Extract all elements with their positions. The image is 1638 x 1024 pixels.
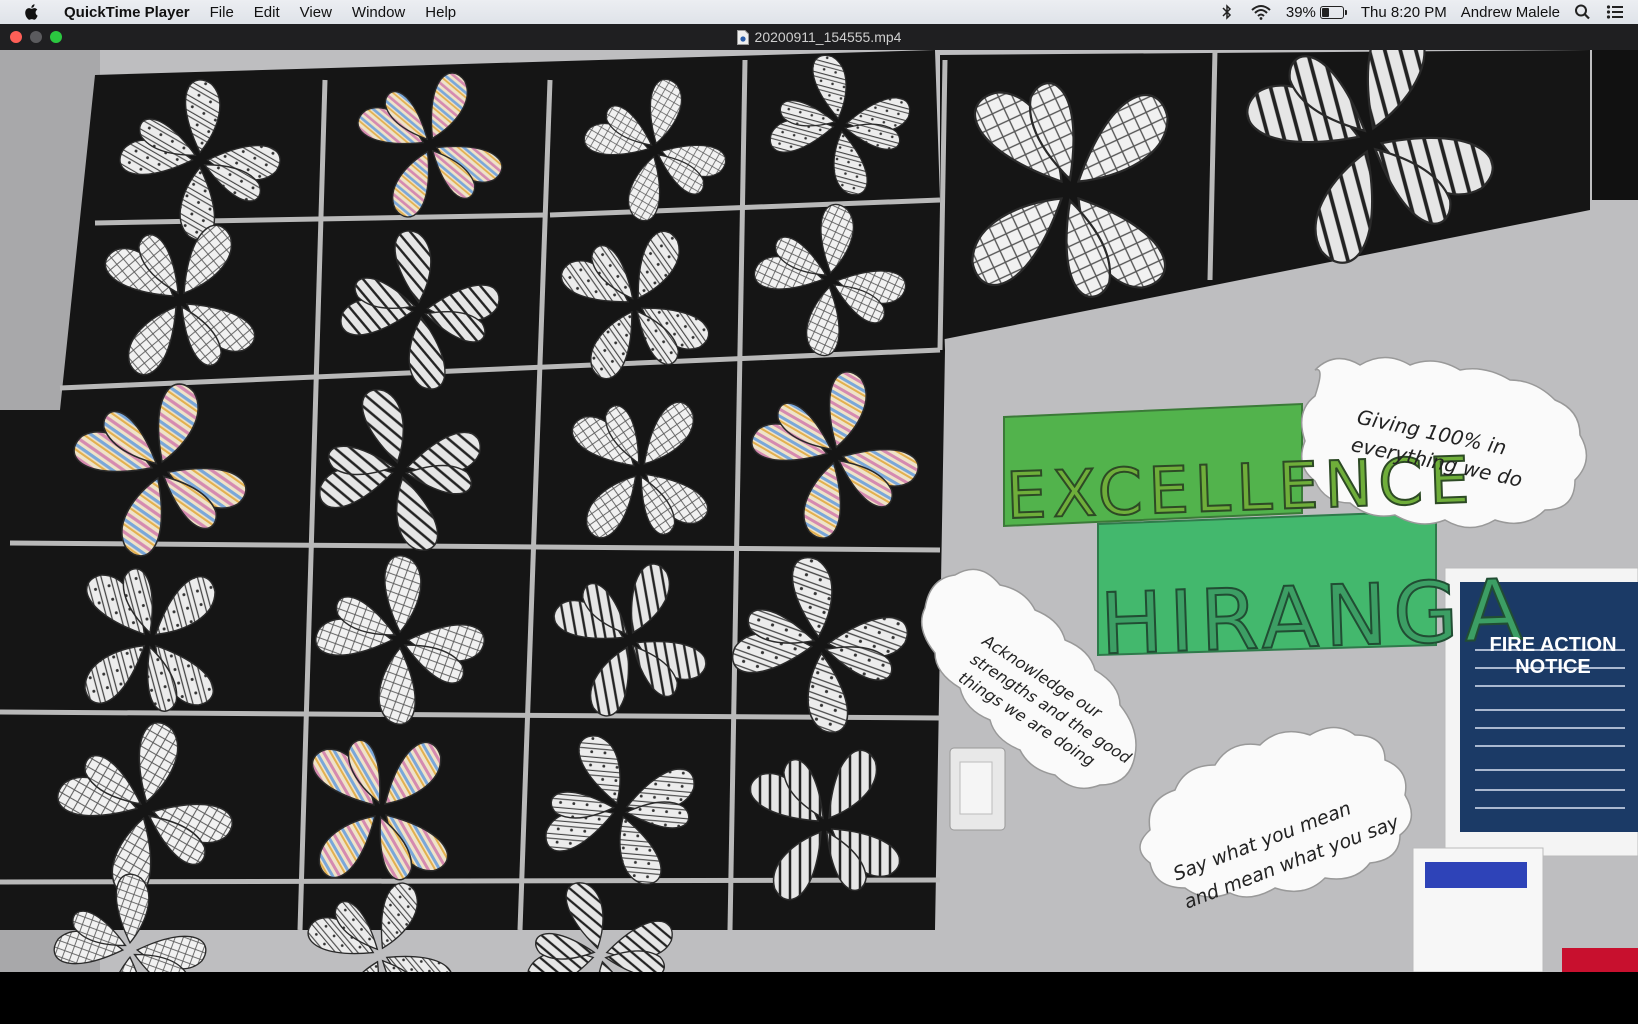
menu-bar: QuickTime Player File Edit View Window H… <box>0 0 1638 24</box>
battery-status[interactable]: 39% <box>1286 4 1347 21</box>
hiranga-sign-text: HIRANGA <box>1097 560 1530 675</box>
window-title-text: 20200911_154555.mp4 <box>754 29 902 45</box>
apple-icon[interactable] <box>22 2 42 22</box>
window-titlebar[interactable]: 20200911_154555.mp4 <box>0 24 1638 50</box>
window-bottom-letterbox <box>0 972 1638 1024</box>
menu-file[interactable]: File <box>200 4 244 21</box>
battery-nub <box>1344 9 1347 15</box>
notification-center-icon[interactable] <box>1606 4 1624 20</box>
spotlight-search-icon[interactable] <box>1574 4 1592 20</box>
movie-file-icon <box>736 30 749 45</box>
menu-help[interactable]: Help <box>415 4 466 21</box>
battery-percent: 39% <box>1285 3 1316 21</box>
menubar-clock[interactable]: Thu 8:20 PM <box>1361 4 1447 21</box>
wifi-icon[interactable] <box>1250 4 1272 20</box>
menu-window[interactable]: Window <box>342 4 415 21</box>
fire-action-notice-title: FIRE ACTION NOTICE <box>1489 634 1617 678</box>
battery-level-fill <box>1321 7 1329 17</box>
bluetooth-icon[interactable] <box>1218 4 1236 20</box>
menubar-user[interactable]: Andrew Malele <box>1461 4 1560 21</box>
status-area: 39% Thu 8:20 PM Andrew Malele <box>1218 0 1638 24</box>
video-frame[interactable]: EXCELLENCE HIRANGA Giving 100% in everyt… <box>0 50 1638 972</box>
menu-edit[interactable]: Edit <box>244 4 290 21</box>
window-title: 20200911_154555.mp4 <box>0 29 1638 45</box>
menu-view[interactable]: View <box>290 4 342 21</box>
battery-icon <box>1319 5 1344 19</box>
menu-app-name[interactable]: QuickTime Player <box>60 4 200 21</box>
